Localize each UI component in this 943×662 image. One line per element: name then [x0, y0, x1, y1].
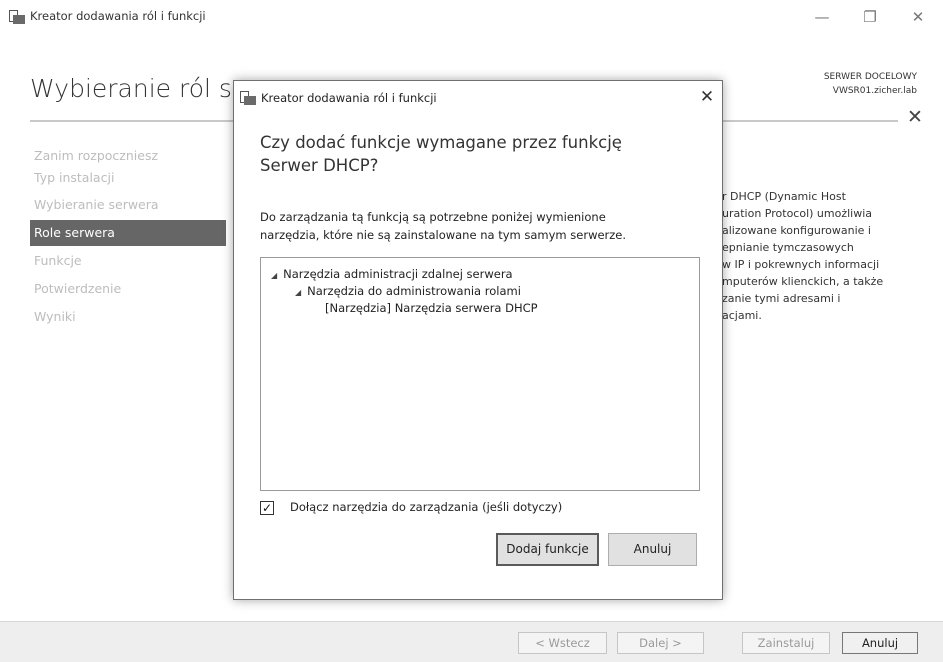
dialog-heading: Czy dodać funkcje wymagane przez funkcję…: [260, 133, 622, 175]
nav-step-server-roles[interactable]: Role serwera: [30, 220, 226, 246]
tree-node-label: Narzędzia do administrowania rolami: [307, 284, 521, 298]
description-line: w IP i pokrewnych informacji: [722, 258, 880, 271]
back-button[interactable]: < Wstecz: [518, 632, 607, 654]
tree-node[interactable]: ◢ Narzędzia do administrowania rolami: [295, 283, 521, 301]
description-line: uration Protocol) umożliwia: [722, 207, 873, 220]
tree-node[interactable]: ◢ Narzędzia administracji zdalnej serwera: [271, 266, 513, 284]
dialog-intro: Do zarządzania tą funkcją są potrzebne p…: [260, 208, 700, 244]
cancel-button[interactable]: Anuluj: [842, 632, 918, 654]
nav-step-results[interactable]: Wyniki: [30, 304, 226, 330]
nav-step-features[interactable]: Funkcje: [30, 248, 226, 274]
nav-step-server-selection[interactable]: Wybieranie serwera: [30, 192, 226, 218]
include-tools-checkbox[interactable]: ✓: [260, 501, 274, 515]
target-server-caption: SERWER DOCELOWY: [823, 72, 917, 82]
description-line: zanie tymi adresami i: [722, 292, 841, 305]
description-line: epnianie tymczasowych: [722, 241, 854, 254]
include-tools-label[interactable]: Dołącz narzędzia do zarządzania (jeśli d…: [290, 500, 562, 514]
add-features-dialog: Kreator dodawania ról i funkcji ✕ Czy do…: [233, 80, 723, 600]
add-features-button[interactable]: Dodaj funkcje: [496, 533, 599, 566]
tree-node-label: [Narzędzia] Narzędzia serwera DHCP: [325, 301, 538, 315]
install-button[interactable]: Zainstaluj: [742, 632, 830, 654]
wizard-footer: < Wstecz Dalej > Zainstaluj Anuluj: [0, 621, 943, 662]
next-button[interactable]: Dalej >: [617, 632, 704, 654]
window-titlebar: Kreator dodawania ról i funkcji — ❐ ✕: [0, 0, 943, 34]
expand-arrow-icon[interactable]: ◢: [271, 268, 277, 284]
description-line: acjami.: [722, 309, 762, 322]
tree-node[interactable]: [Narzędzia] Narzędzia serwera DHCP: [325, 300, 538, 316]
target-server-name: VWSR01.zicher.lab: [832, 86, 917, 96]
role-description: r DHCP (Dynamic Host uration Protocol) u…: [722, 188, 922, 324]
expand-arrow-icon[interactable]: ◢: [295, 285, 301, 301]
nav-step-installation-type[interactable]: Typ instalacji: [30, 165, 226, 191]
dialog-title: Kreator dodawania ról i funkcji: [261, 91, 437, 105]
description-line: r DHCP (Dynamic Host: [722, 190, 846, 203]
required-features-tree[interactable]: ◢ Narzędzia administracji zdalnej serwera…: [260, 257, 700, 491]
dialog-close-icon[interactable]: ✕: [696, 86, 718, 108]
dialog-cancel-button[interactable]: Anuluj: [608, 533, 697, 566]
minimize-icon[interactable]: —: [808, 6, 836, 28]
restore-icon[interactable]: ❐: [856, 6, 884, 28]
server-manager-icon: [240, 91, 256, 105]
description-line: mputerów klienckich, a także: [722, 275, 884, 288]
description-line: alizowane konfigurowanie i: [722, 224, 871, 237]
close-window-icon[interactable]: ✕: [904, 6, 932, 28]
intro-line: narzędzia, które nie są zainstalowane na…: [260, 228, 627, 242]
window-title: Kreator dodawania ról i funkcji: [30, 9, 206, 23]
server-manager-icon: [9, 10, 25, 24]
intro-line: Do zarządzania tą funkcją są potrzebne p…: [260, 210, 606, 224]
nav-step-confirmation[interactable]: Potwierdzenie: [30, 276, 226, 302]
close-icon[interactable]: ✕: [907, 107, 923, 127]
dialog-titlebar: Kreator dodawania ról i funkcji ✕: [234, 81, 722, 113]
tree-node-label: Narzędzia administracji zdalnej serwera: [283, 267, 513, 281]
